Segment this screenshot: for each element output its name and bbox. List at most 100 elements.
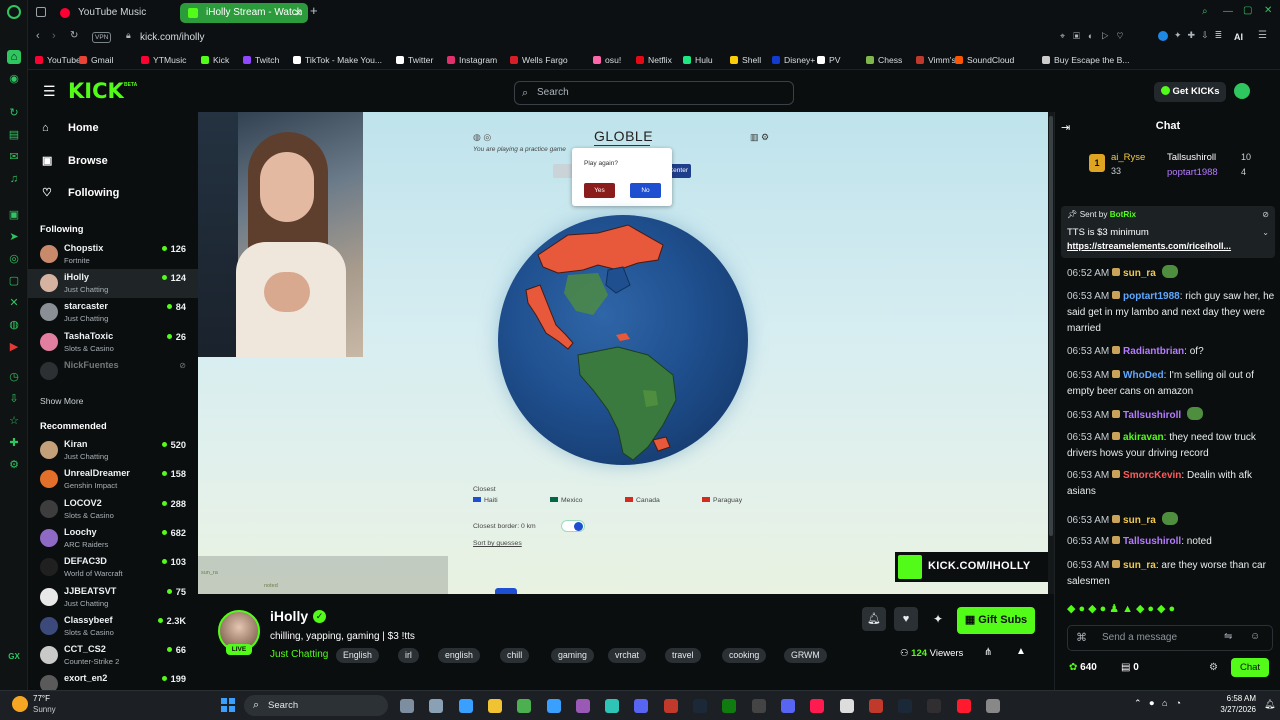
- chat-username[interactable]: poptart1988: [1123, 291, 1180, 302]
- bookmark-12[interactable]: Shell: [730, 50, 761, 70]
- get-kicks-button[interactable]: Get KICKs: [1154, 82, 1226, 102]
- extensions-rail-icon[interactable]: ✚: [7, 436, 21, 450]
- bookmark-7[interactable]: Instagram: [447, 50, 497, 70]
- history-rail-icon[interactable]: ◷: [7, 370, 21, 384]
- nav-browse[interactable]: ▣ Browse: [42, 154, 108, 167]
- bookmark-6[interactable]: Twitter: [396, 50, 433, 70]
- stream-video[interactable]: ◍ ◎ GLOBLE You are playing a practice ga…: [198, 112, 1050, 594]
- channel-row-nickfuentes[interactable]: NickFuentes ⊘: [28, 357, 198, 386]
- clock-time[interactable]: 6:58 AM: [1218, 694, 1256, 703]
- ai-button[interactable]: AI: [1234, 32, 1243, 42]
- channel-row-unrealdreamer[interactable]: UnrealDreamer Genshin Impact 158: [28, 465, 198, 494]
- bookmark-18[interactable]: Buy Escape the B...: [1042, 50, 1129, 70]
- channel-name[interactable]: iHolly: [270, 608, 308, 624]
- tag-2[interactable]: english: [438, 648, 480, 663]
- opera-logo-icon[interactable]: [7, 5, 21, 19]
- bookmark-2[interactable]: YTMusic: [141, 50, 186, 70]
- ai-rail-icon[interactable]: ◉: [7, 72, 21, 86]
- channel-row-classybeef[interactable]: Classybeef Slots & Casino 2.3K: [28, 612, 198, 641]
- emote-quick-bar[interactable]: ◆●◆●♟▲◆●◆●: [1067, 602, 1273, 618]
- notifications-icon[interactable]: 🔔︎: [1264, 699, 1275, 710]
- channel-row-jjbeatsvt[interactable]: JJBEATSVT Just Chatting 75: [28, 583, 198, 612]
- bookmark-0[interactable]: YouTube: [35, 50, 81, 70]
- category-link[interactable]: Just Chatting: [270, 649, 328, 660]
- channel-row-loochy[interactable]: Loochy ARC Raiders 682: [28, 524, 198, 553]
- game-taskbar-icon[interactable]: [575, 699, 590, 713]
- tab-close-icon[interactable]: ✕: [294, 3, 302, 23]
- unpin-icon[interactable]: ⊘: [1262, 210, 1269, 219]
- globle-icons-left[interactable]: ◍ ◎: [473, 132, 491, 143]
- easy-setup-icon[interactable]: ☰: [1258, 30, 1267, 41]
- file-explorer-taskbar-icon[interactable]: [400, 699, 414, 713]
- roblox-taskbar-icon[interactable]: [839, 699, 854, 713]
- tab-youtube-music[interactable]: YouTube Music: [52, 3, 176, 23]
- minimize-icon[interactable]: —: [1223, 6, 1233, 17]
- chat-username[interactable]: sun_ra: [1123, 515, 1156, 526]
- telegram-rail-icon[interactable]: ➤: [7, 230, 21, 244]
- whatsapp-rail-icon[interactable]: ◎: [7, 252, 21, 266]
- chat-input[interactable]: ⌘ Send a message ⇋ ☺: [1067, 625, 1273, 651]
- chat-username[interactable]: SmorcKevin: [1123, 470, 1181, 481]
- nav-following[interactable]: ♡ Following: [42, 186, 119, 199]
- opera-gx-taskbar-icon[interactable]: [810, 699, 825, 713]
- expand-pinned-icon[interactable]: ⌄: [1262, 228, 1269, 237]
- obs-taskbar-icon[interactable]: [927, 699, 942, 713]
- items-display[interactable]: ▤ 0: [1121, 662, 1139, 673]
- channel-row-defac3d[interactable]: DEFAC3D World of Warcraft 103: [28, 553, 198, 582]
- top-gifter-1[interactable]: ai_Ryse: [1111, 152, 1145, 163]
- chat-username[interactable]: sun_ra: [1123, 560, 1156, 571]
- opera-taskbar-icon[interactable]: [956, 699, 971, 713]
- terminal-taskbar-icon[interactable]: [751, 699, 766, 713]
- kick-logo[interactable]: KICK: [68, 79, 124, 103]
- refresh-rail-icon[interactable]: ↻: [7, 106, 21, 120]
- search-input[interactable]: ⌕ Search: [514, 81, 794, 105]
- chat-username[interactable]: Tallsushiroll: [1123, 410, 1181, 421]
- chat-username[interactable]: akiravan: [1123, 432, 1164, 443]
- nav-home[interactable]: ⌂ Home: [42, 122, 99, 134]
- channel-row-tashatoxic[interactable]: TashaToxic Slots & Casino 26: [28, 328, 198, 357]
- channel-row-chopstix[interactable]: Chopstix Fortnite 126: [28, 240, 198, 269]
- address-bar-actions[interactable]: ⌖▣◐▷♡: [1060, 31, 1131, 42]
- tts-icon[interactable]: ⇋: [1224, 631, 1232, 642]
- bookmark-9[interactable]: osu!: [593, 50, 621, 70]
- bookmark-11[interactable]: Hulu: [683, 50, 713, 70]
- show-more-link[interactable]: Show More: [40, 396, 83, 406]
- user-avatar[interactable]: [1234, 83, 1250, 99]
- channel-row-cct_cs2[interactable]: CCT_CS2 Counter-Strike 2 66: [28, 641, 198, 670]
- no-button[interactable]: No: [630, 183, 661, 198]
- bookmark-3[interactable]: Kick: [201, 50, 229, 70]
- chat-gear-icon[interactable]: ⚙: [1209, 662, 1218, 673]
- forward-icon[interactable]: ›: [52, 30, 56, 42]
- music-rail-icon[interactable]: ♫: [7, 172, 21, 186]
- chat-username[interactable]: Tallsushiroll: [1123, 536, 1181, 547]
- emoji-icon[interactable]: ☺: [1250, 631, 1260, 642]
- top-gifter-2[interactable]: Tallsushiroll: [1167, 152, 1216, 163]
- maximize-icon[interactable]: ▢: [1243, 5, 1252, 16]
- photos-taskbar-icon[interactable]: [458, 699, 473, 713]
- tag-3[interactable]: chill: [500, 648, 530, 663]
- settings-taskbar-icon[interactable]: [429, 699, 444, 713]
- discord-alt-taskbar-icon[interactable]: [780, 699, 795, 713]
- chat-username[interactable]: WhoDed: [1123, 370, 1164, 381]
- chrome-taskbar-icon[interactable]: [517, 699, 532, 713]
- new-tab-button[interactable]: +: [310, 3, 318, 18]
- instagram-rail-icon[interactable]: ▢: [7, 274, 21, 288]
- points-display[interactable]: ✿ 640: [1069, 662, 1097, 673]
- bookmark-5[interactable]: TikTok - Make You...: [293, 50, 382, 70]
- tag-6[interactable]: travel: [665, 648, 701, 663]
- bookmark-8[interactable]: Wells Fargo: [510, 50, 568, 70]
- toolbar-icons[interactable]: ✦✚⇩≣: [1174, 30, 1228, 41]
- bookmark-17[interactable]: SoundCloud: [955, 50, 1014, 70]
- app-x-taskbar-icon[interactable]: [663, 699, 678, 713]
- tab-menu-icon[interactable]: [36, 7, 46, 17]
- globe[interactable]: [498, 215, 748, 465]
- tag-0[interactable]: English: [336, 648, 379, 663]
- spaces-rail-icon[interactable]: ▣: [7, 208, 21, 222]
- extension-icon[interactable]: [1158, 31, 1168, 41]
- x-rail-icon[interactable]: ✕: [7, 296, 21, 310]
- chat-settings-icon[interactable]: ⌘: [1076, 631, 1087, 644]
- tag-4[interactable]: gaming: [551, 648, 594, 663]
- bookmark-10[interactable]: Netflix: [636, 50, 672, 70]
- xbox-taskbar-icon[interactable]: [722, 699, 737, 713]
- sort-by-guesses-link[interactable]: Sort by guesses: [473, 540, 522, 547]
